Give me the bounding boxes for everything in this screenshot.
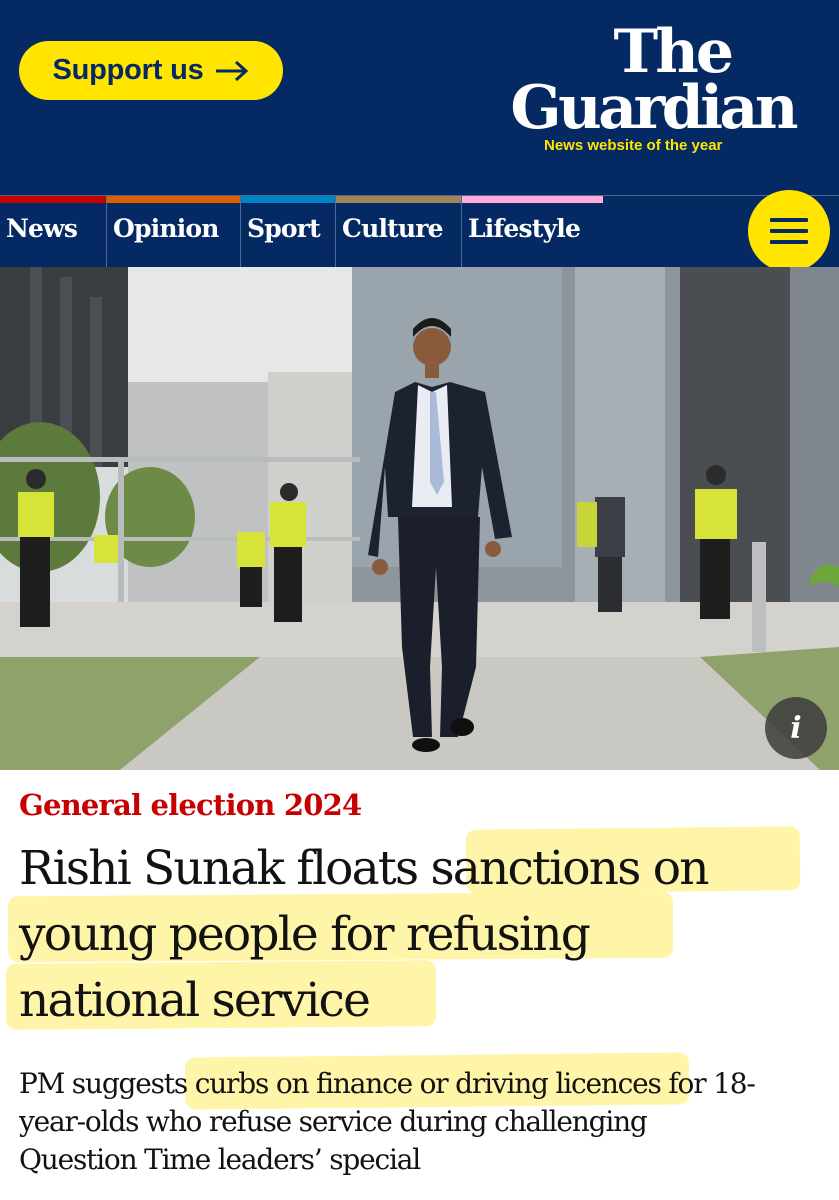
guardian-logo[interactable]: The Guardian [455, 17, 798, 143]
nav-item-label: Opinion [113, 214, 219, 243]
nav-item-label: Culture [342, 214, 444, 243]
article-standfirst: PM suggests curbs on finance or driving … [19, 1065, 819, 1179]
hamburger-menu-icon-line [770, 240, 808, 244]
main-nav: News Opinion Sport Culture Lifestyle [0, 195, 839, 268]
nav-color-bar [462, 196, 603, 203]
headline-line: young people for refusing [19, 907, 591, 962]
logo-the: The [613, 17, 734, 87]
image-info-button[interactable]: i [765, 697, 827, 759]
nav-color-bar [336, 196, 461, 203]
nav-color-bar [241, 196, 335, 203]
menu-button[interactable] [748, 190, 830, 272]
standfirst-line: PM suggests curbs on finance or driving … [19, 1067, 756, 1100]
logo-guardian: Guardian [510, 73, 798, 143]
nav-item-sport[interactable]: Sport [240, 196, 335, 268]
nav-color-bar [107, 196, 240, 203]
tagline: News website of the year [544, 137, 723, 154]
headline-line: national service [19, 973, 371, 1028]
headline-line: Rishi Sunak floats sanctions on [19, 841, 710, 896]
hero-photo-illustration [0, 267, 839, 770]
nav-item-opinion[interactable]: Opinion [106, 196, 240, 268]
masthead: Support us The Guardian News website of … [0, 0, 839, 195]
nav-item-lifestyle[interactable]: Lifestyle [461, 196, 603, 268]
arrow-right-icon [215, 60, 248, 81]
nav-item-label: News [6, 214, 78, 243]
standfirst-line: year-olds who refuse service during chal… [19, 1105, 648, 1138]
nav-item-news[interactable]: News [0, 196, 106, 268]
hamburger-menu-icon-line [770, 229, 808, 233]
info-icon: i [790, 710, 802, 746]
article-kicker: General election 2024 [19, 788, 362, 822]
support-us-button[interactable]: Support us [19, 41, 283, 100]
hamburger-menu-icon-line [770, 218, 808, 222]
nav-item-label: Lifestyle [468, 214, 581, 243]
nav-item-culture[interactable]: Culture [335, 196, 461, 268]
nav-item-label: Sport [247, 214, 321, 243]
article-headline: Rishi Sunak floats sanctions on young pe… [19, 836, 819, 1034]
article-hero-image [0, 267, 839, 770]
nav-color-bar [0, 196, 106, 203]
standfirst-line: Question Time leaders’ special [19, 1143, 421, 1176]
support-us-label: Support us [52, 54, 204, 86]
